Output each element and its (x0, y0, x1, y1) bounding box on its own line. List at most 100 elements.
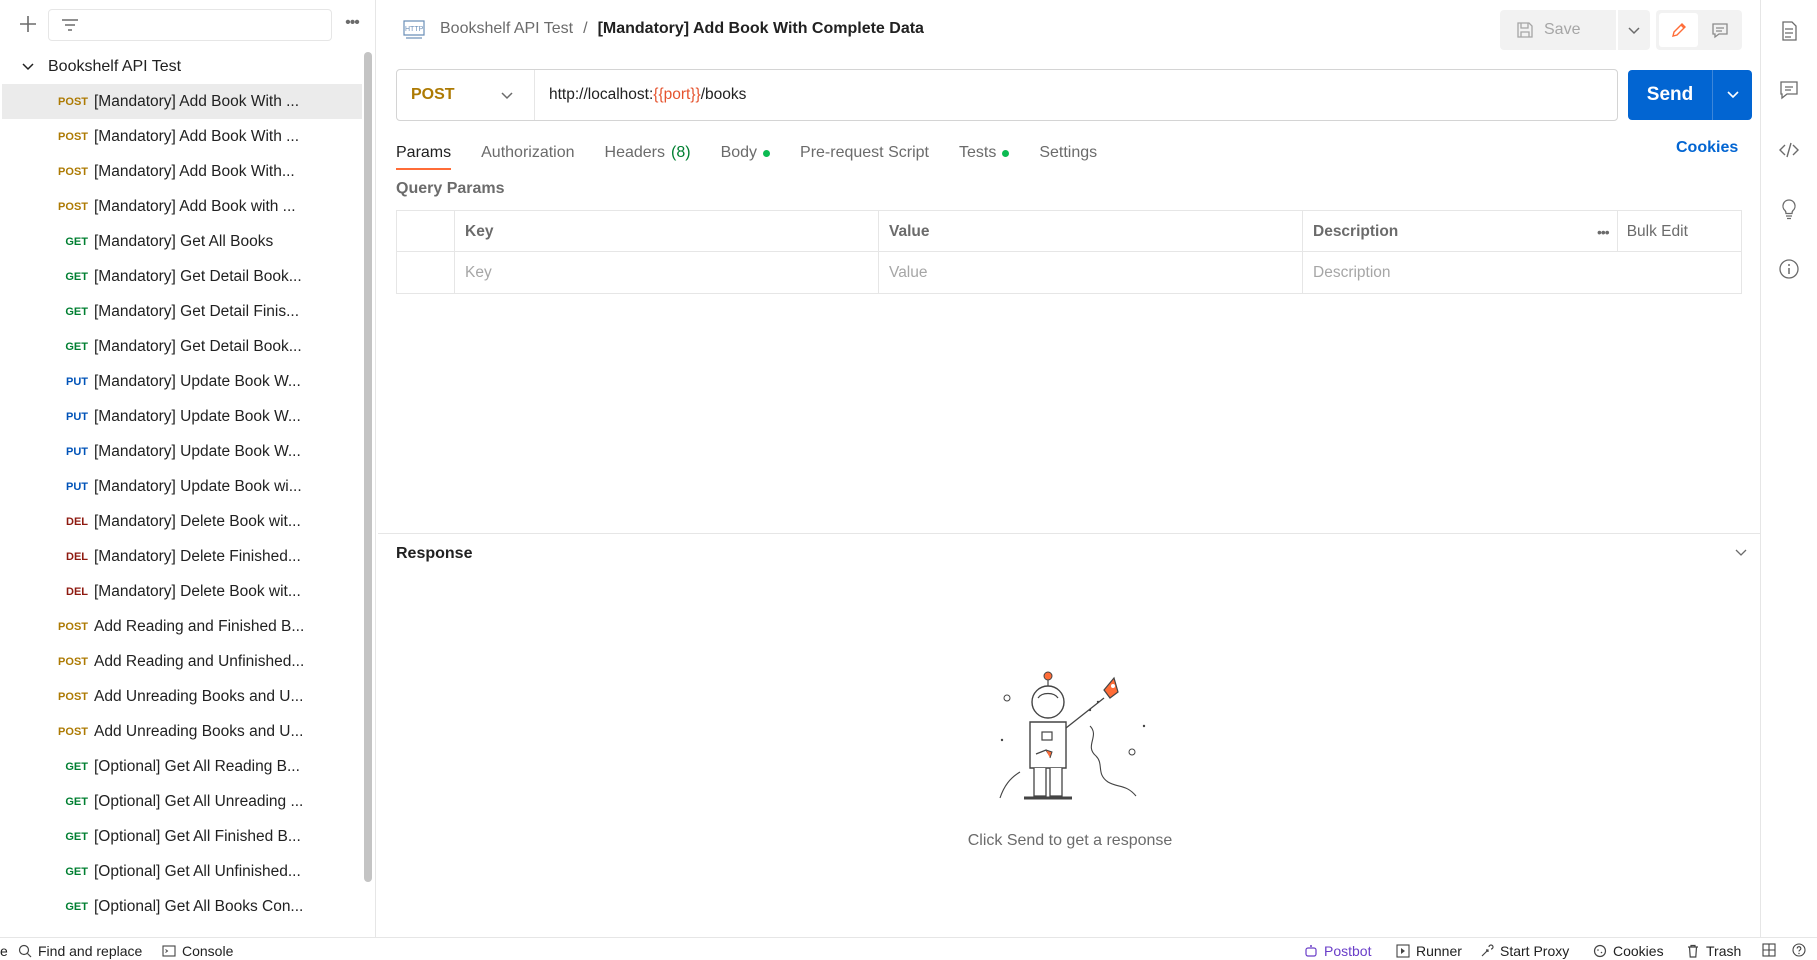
chevron-down-icon (1628, 27, 1640, 35)
sidebar-request-item[interactable]: POST Add Reading and Finished B... (2, 609, 362, 644)
tab-label: Headers (604, 144, 665, 161)
sidebar-request-item[interactable]: PUT [Mandatory] Update Book W... (2, 399, 362, 434)
url-input[interactable]: http://localhost:{{port}}/books (535, 86, 746, 104)
comments-icon[interactable] (1778, 79, 1800, 101)
code-icon[interactable] (1778, 139, 1800, 161)
more-options-icon[interactable]: ••• (1597, 224, 1610, 240)
tab-headers[interactable]: Headers (8) (605, 136, 691, 170)
request-name: [Mandatory] Get Detail Book... (94, 267, 302, 285)
request-name: [Mandatory] Delete Finished... (94, 547, 301, 565)
edit-mode-button[interactable] (1659, 13, 1698, 47)
save-options-button[interactable] (1618, 10, 1650, 50)
request-name: [Mandatory] Update Book W... (94, 442, 301, 460)
sidebar-request-item[interactable]: PUT [Mandatory] Update Book W... (2, 364, 362, 399)
chevron-down-icon (1726, 91, 1739, 99)
url-suffix: /books (700, 86, 747, 103)
breadcrumb-collection[interactable]: Bookshelf API Test (440, 20, 573, 38)
sidebar-request-item[interactable]: POST [Mandatory] Add Book With ... (2, 119, 362, 154)
start-proxy-button[interactable]: Start Proxy (1480, 943, 1569, 959)
sidebar-request-item[interactable]: POST [Mandatory] Add Book with ... (2, 189, 362, 224)
sidebar-request-item[interactable]: GET [Mandatory] Get All Books (2, 224, 362, 259)
sidebar-request-item[interactable]: GET [Mandatory] Get Detail Book... (2, 259, 362, 294)
request-method-badge: POST (58, 130, 88, 143)
filter-input[interactable] (48, 9, 332, 41)
request-method-badge: GET (65, 900, 88, 913)
info-icon[interactable] (1778, 258, 1800, 280)
console-button[interactable]: Console (162, 943, 233, 959)
key-input[interactable]: Key (455, 252, 879, 293)
help-button[interactable] (1792, 943, 1806, 957)
http-request-icon: HTTP (403, 20, 425, 39)
tab-tests[interactable]: Tests (959, 136, 1010, 170)
sidebar-request-item[interactable]: GET [Optional] Get All Unfinished... (2, 854, 362, 889)
tab-authorization[interactable]: Authorization (481, 136, 574, 170)
response-empty-message: Click Send to get a response (967, 832, 1173, 849)
documentation-icon[interactable] (1778, 20, 1800, 42)
bulk-edit-button[interactable]: Bulk Edit (1627, 223, 1688, 241)
send-button[interactable]: Send (1628, 70, 1712, 120)
breadcrumb-separator: / (583, 20, 588, 37)
sidebar-request-item[interactable]: GET [Optional] Get All Books Con... (2, 889, 362, 924)
sidebar-request-item[interactable]: PUT [Mandatory] Update Book wi... (2, 469, 362, 504)
proxy-icon (1481, 944, 1494, 957)
sidebar-request-item[interactable]: POST Add Unreading Books and U... (2, 679, 362, 714)
trash-button[interactable]: Trash (1686, 943, 1741, 959)
chevron-down-icon[interactable] (1734, 546, 1748, 560)
sidebar-request-item[interactable]: GET [Mandatory] Get Detail Book... (2, 329, 362, 364)
column-description: Description (1313, 222, 1399, 240)
lightbulb-icon[interactable] (1778, 198, 1800, 220)
new-item-button[interactable] (16, 12, 40, 36)
sidebar: ••• Bookshelf API Test POST [Mandatory] A… (0, 0, 376, 937)
response-divider[interactable] (378, 533, 1760, 534)
postbot-icon (1305, 945, 1317, 957)
request-name: Add Unreading Books and U... (94, 722, 304, 740)
cookies-link[interactable]: Cookies (1676, 139, 1738, 157)
sidebar-request-item[interactable]: DEL [Mandatory] Delete Book wit... (2, 504, 362, 539)
comment-mode-button[interactable] (1700, 13, 1739, 47)
tab-settings[interactable]: Settings (1039, 136, 1097, 170)
request-name: [Mandatory] Get All Books (94, 232, 274, 250)
postbot-button[interactable]: Postbot (1304, 943, 1371, 959)
sidebar-request-item[interactable]: DEL [Mandatory] Delete Book wit... (2, 574, 362, 609)
sidebar-more-icon[interactable]: ••• (340, 12, 364, 36)
value-input[interactable]: Value (879, 252, 1303, 293)
request-name: [Mandatory] Get Detail Book... (94, 337, 302, 355)
divider (1617, 211, 1618, 252)
sidebar-request-item[interactable]: GET [Mandatory] Get Detail Finis... (2, 294, 362, 329)
runner-label: Runner (1416, 943, 1462, 959)
request-method-badge: POST (58, 620, 88, 633)
send-options-button[interactable] (1712, 70, 1752, 120)
description-input[interactable]: Description (1303, 252, 1741, 293)
sidebar-request-item[interactable]: GET [Optional] Get All Finished B... (2, 819, 362, 854)
request-method-badge: GET (65, 305, 88, 318)
request-name: [Mandatory] Add Book With... (94, 162, 295, 180)
runner-button[interactable]: Runner (1396, 943, 1462, 959)
collection-row[interactable]: Bookshelf API Test (0, 50, 362, 84)
sidebar-request-item[interactable]: PUT [Mandatory] Update Book W... (2, 434, 362, 469)
help-icon (1792, 943, 1806, 957)
layout-toggle-button[interactable] (1762, 943, 1776, 957)
find-replace-button[interactable]: Find and replace (18, 943, 142, 959)
tab-label: Params (396, 144, 452, 161)
sidebar-request-item[interactable]: GET [Optional] Get All Reading B... (2, 749, 362, 784)
sidebar-request-item[interactable]: POST Add Reading and Unfinished... (2, 644, 362, 679)
request-name: [Mandatory] Add Book With ... (94, 92, 300, 110)
sidebar-request-item[interactable]: DEL [Mandatory] Delete Finished... (2, 539, 362, 574)
method-select[interactable]: POST (397, 70, 535, 120)
tab-params[interactable]: Params (396, 136, 452, 170)
sidebar-request-item[interactable]: POST [Mandatory] Add Book With... (2, 154, 362, 189)
chevron-down-icon[interactable] (20, 59, 36, 75)
save-button[interactable]: Save (1500, 10, 1616, 50)
tab-pre-request-script[interactable]: Pre-request Script (800, 136, 929, 170)
body-indicator-dot (763, 149, 771, 157)
footer-cookies-button[interactable]: Cookies (1593, 943, 1664, 959)
request-title[interactable]: [Mandatory] Add Book With Complete Data (598, 20, 924, 38)
tab-body[interactable]: Body (721, 136, 771, 170)
request-name: Add Reading and Finished B... (94, 617, 305, 635)
request-name: [Optional] Get All Unreading ... (94, 792, 304, 810)
sidebar-request-item[interactable]: POST Add Unreading Books and U... (2, 714, 362, 749)
sidebar-request-item[interactable]: GET [Optional] Get All Unreading ... (2, 784, 362, 819)
sidebar-request-item[interactable]: POST [Mandatory] Add Book With ... (2, 84, 362, 119)
plus-icon (20, 16, 36, 32)
sidebar-scrollbar[interactable] (364, 52, 372, 882)
